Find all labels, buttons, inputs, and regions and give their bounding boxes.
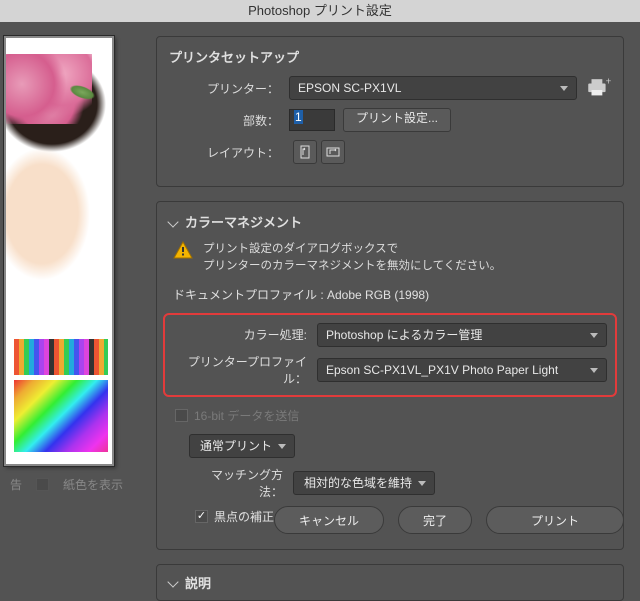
printer-profile-select[interactable]: Epson SC-PX1VL_PX1V Photo Paper Light (317, 358, 607, 382)
chevron-down-icon (167, 216, 178, 227)
printer-plus-icon[interactable]: + (585, 77, 611, 99)
color-handling-select[interactable]: Photoshop によるカラー管理 (317, 323, 607, 347)
send-16bit-checkbox (175, 409, 188, 422)
dialog-buttons: キャンセル 完了 プリント (274, 506, 624, 534)
footer-options: 告 紙色を表示 (0, 472, 123, 496)
rendering-intent-select[interactable]: 相対的な色域を維持 (293, 471, 435, 495)
copies-input[interactable]: 1 (289, 109, 335, 131)
print-settings-button[interactable]: プリント設定... (343, 108, 451, 132)
main-area: プリンタセットアップ プリンター： EPSON SC-PX1VL + 部数： 1… (0, 22, 640, 480)
description-panel: 説明 (156, 564, 624, 601)
layout-label: レイアウト： (169, 144, 289, 161)
highlighted-region: カラー処理: Photoshop によるカラー管理 プリンタープロファイル： E… (163, 313, 617, 397)
layout-landscape-icon[interactable] (321, 140, 345, 164)
send-16bit-row: 16-bit データを送信 (175, 407, 611, 424)
printer-select[interactable]: EPSON SC-PX1VL (289, 76, 577, 100)
cancel-button[interactable]: キャンセル (274, 506, 384, 534)
settings-column: プリンタセットアップ プリンター： EPSON SC-PX1VL + 部数： 1… (140, 22, 640, 480)
print-mode-select[interactable]: 通常プリント (189, 434, 295, 458)
bpc-checkbox[interactable] (195, 510, 208, 523)
description-heading[interactable]: 説明 (169, 573, 611, 592)
warning-line2: プリンターのカラーマネジメントを無効にしてください。 (203, 258, 501, 275)
print-preview (4, 36, 114, 466)
color-management-panel: カラーマネジメント プリント設定のダイアログボックスで プリンターのカラーマネジ… (156, 201, 624, 550)
document-profile: ドキュメントプロファイル : Adobe RGB (1998) (169, 286, 611, 303)
color-warning: プリント設定のダイアログボックスで プリンターのカラーマネジメントを無効にしてく… (169, 241, 611, 276)
chevron-down-icon (167, 576, 178, 587)
gamut-warning-label: 告 (10, 476, 22, 493)
show-paper-white-checkbox (36, 478, 49, 491)
done-button[interactable]: 完了 (398, 506, 472, 534)
warning-line1: プリント設定のダイアログボックスで (203, 241, 501, 258)
warning-icon (173, 241, 193, 259)
printer-setup-panel: プリンタセットアップ プリンター： EPSON SC-PX1VL + 部数： 1… (156, 36, 624, 187)
print-button[interactable]: プリント (486, 506, 624, 534)
color-handling-label: カラー処理: (173, 326, 317, 343)
bpc-label: 黒点の補正 (214, 508, 274, 525)
printer-profile-label: プリンタープロファイル： (173, 353, 317, 387)
show-paper-white-label: 紙色を表示 (63, 476, 123, 493)
preview-column (0, 22, 140, 480)
window-title: Photoshop プリント設定 (0, 0, 640, 22)
send-16bit-label: 16-bit データを送信 (194, 407, 299, 424)
preview-image (12, 44, 106, 458)
copies-label: 部数： (169, 112, 289, 129)
svg-text:+: + (606, 77, 611, 88)
printer-label: プリンター： (169, 80, 289, 97)
layout-portrait-icon[interactable] (293, 140, 317, 164)
printer-setup-heading: プリンタセットアップ (169, 47, 611, 66)
color-management-heading[interactable]: カラーマネジメント (169, 212, 611, 231)
rendering-intent-label: マッチング方法： (189, 466, 293, 500)
